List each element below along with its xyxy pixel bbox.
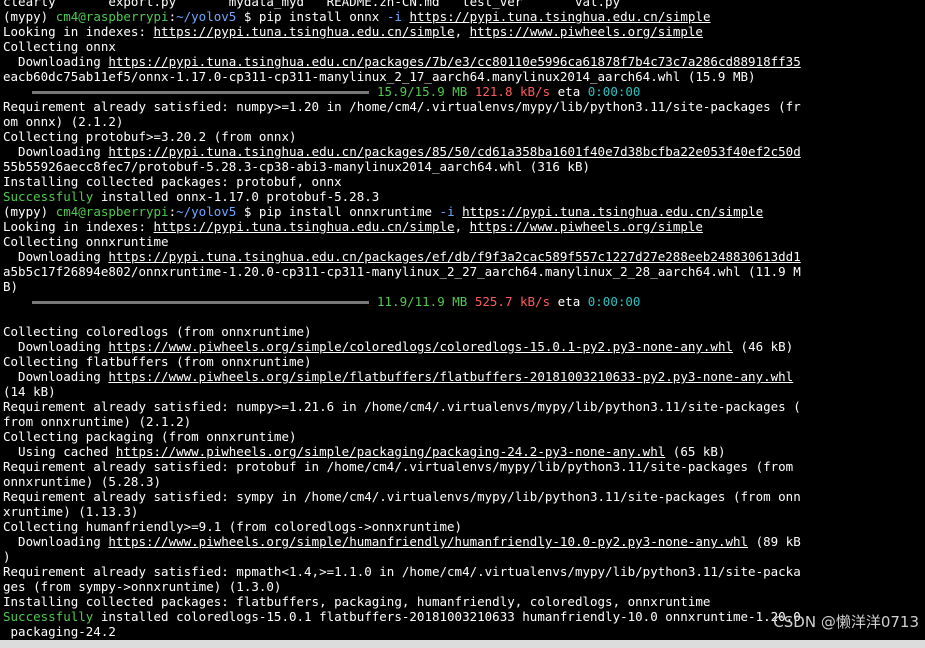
piwheels-url-link[interactable]: https://www.piwheels.org/simple [470,24,703,39]
prompt-symbol: $ [243,204,252,219]
terminal-line: Installing collected packages: flatbuffe… [3,594,711,609]
terminal-line: Collecting humanfriendly>=9.1 (from colo… [3,519,463,534]
index-url-link[interactable]: https://pypi.tuna.tsinghua.edu.cn/simple [154,24,455,39]
terminal-line: Requirement already satisfied: sympy in … [3,489,801,504]
download-line: Downloading https://www.piwheels.org/sim… [3,534,925,549]
download-line: Downloading https://pypi.tuna.tsinghua.e… [3,144,925,159]
download-label: Downloading [3,339,101,354]
package-url-link[interactable]: https://www.piwheels.org/simple/coloredl… [108,339,733,354]
terminal-line: Collecting onnx [3,39,116,54]
csdn-watermark: CSDN @懒洋洋0713 [773,613,919,631]
terminal-line: onnxruntime) (5.28.3) [3,474,162,489]
piwheels-url-link[interactable]: https://www.piwheels.org/simple [470,219,703,234]
terminal-line: Requirement already satisfied: numpy>=1.… [3,99,801,114]
download-label: Downloading [3,54,101,69]
terminal-line: Requirement already satisfied: numpy>=1.… [3,399,801,414]
prompt-symbol: $ [243,9,252,24]
prompt-path: ~/yolov5 [176,204,237,219]
package-url-link[interactable]: https://pypi.tuna.tsinghua.edu.cn/packag… [108,54,800,69]
command-text: pip install onnx [258,9,380,24]
progress-line: 11.9/11.9 MB 525.7 kB/s eta 0:00:00 [3,294,925,309]
progress-bar [32,91,369,94]
package-url-link[interactable]: https://pypi.tuna.tsinghua.edu.cn/packag… [108,144,800,159]
terminal-line-partial: clearly export.py mydata_myd README.zh-C… [3,0,621,9]
progress-size: 11.9/11.9 MB [377,294,468,309]
package-size: (46 kB) [733,339,794,354]
index-url-link[interactable]: https://pypi.tuna.tsinghua.edu.cn/simple [409,9,710,24]
terminal-line: eacb60dc75ab11ef5/onnx-1.17.0-cp311-cp31… [3,69,756,84]
eta-label: eta [557,84,581,99]
cached-line: Using cached https://www.piwheels.org/si… [3,444,925,459]
index-url-link[interactable]: https://pypi.tuna.tsinghua.edu.cn/simple [154,219,455,234]
download-label: Downloading [3,144,101,159]
progress-bar [32,301,369,304]
terminal-line: from onnxruntime) (2.1.2) [3,414,192,429]
terminal-line: B) [3,279,19,294]
package-size: (89 kB [748,534,801,549]
cached-label: Using cached [3,444,109,459]
terminal-line: a5b5c17f26894e802/onnxruntime-1.20.0-cp3… [3,264,801,279]
terminal-line: om onnx) (2.1.2) [3,114,124,129]
success-line: Successfully installed onnx-1.17.0 proto… [3,189,925,204]
package-url-link[interactable]: https://www.piwheels.org/simple/packagin… [116,444,665,459]
indexes-label: Looking in indexes: [3,24,146,39]
terminal-line: ges (from sympy->onnxruntime) (1.3.0) [3,579,282,594]
eta-value: 0:00:00 [587,294,641,309]
success-word: Successfully [3,189,94,204]
terminal-line: (14 kB) [3,384,56,399]
eta-value: 0:00:00 [587,84,641,99]
terminal-line: ) [3,549,11,564]
terminal-line: 55b55926aecc8fec7/protobuf-5.28.3-cp38-a… [3,159,590,174]
download-line: Downloading https://pypi.tuna.tsinghua.e… [3,54,925,69]
command-text: pip install onnxruntime [258,204,433,219]
terminal-line: Installing collected packages: protobuf,… [3,174,342,189]
command-flag: -i [439,204,455,219]
command-line-onnx: (mypy) cm4@raspberrypi:~/yolov5 $ pip in… [3,9,711,24]
download-line: Downloading https://www.piwheels.org/sim… [3,369,925,384]
prompt-env: (mypy) [3,204,49,219]
success-rest: installed onnx-1.17.0 protobuf-5.28.3 [93,189,380,204]
eta-label: eta [557,294,581,309]
terminal-line: Collecting onnxruntime [3,234,169,249]
package-url-link[interactable]: https://www.piwheels.org/simple/flatbuff… [108,369,793,384]
prompt-path: ~/yolov5 [176,9,237,24]
download-line: Downloading https://www.piwheels.org/sim… [3,339,925,354]
download-label: Downloading [3,534,101,549]
bottom-window-strip [0,640,925,648]
terminal-line: Collecting protobuf>=3.20.2 (from onnx) [3,129,297,144]
download-label: Downloading [3,249,101,264]
prompt-user-host: cm4@raspberrypi [55,204,169,219]
success-word: Successfully [3,609,94,624]
package-url-link[interactable]: https://pypi.tuna.tsinghua.edu.cn/packag… [108,249,800,264]
terminal-line: Requirement already satisfied: protobuf … [3,459,794,474]
indexes-line: Looking in indexes: https://pypi.tuna.ts… [3,219,703,234]
package-size: (65 kB) [665,444,726,459]
indexes-label: Looking in indexes: [3,219,146,234]
prompt-env: (mypy) [3,9,49,24]
indexes-line: Looking in indexes: https://pypi.tuna.ts… [3,24,703,39]
progress-speed: 525.7 kB/s [474,294,551,309]
progress-speed: 121.8 kB/s [474,84,551,99]
index-url-link[interactable]: https://pypi.tuna.tsinghua.edu.cn/simple [462,204,763,219]
command-flag: -i [386,9,402,24]
terminal-line: Collecting packaging (from onnxruntime) [3,429,297,444]
terminal-line: Collecting coloredlogs (from onnxruntime… [3,324,312,339]
download-label: Downloading [3,369,101,384]
prompt-user-host: cm4@raspberrypi [55,9,169,24]
progress-size: 15.9/15.9 MB [377,84,468,99]
progress-line: 15.9/15.9 MB 121.8 kB/s eta 0:00:00 [3,84,925,99]
success-rest: installed coloredlogs-15.0.1 flatbuffers… [93,609,801,624]
package-url-link[interactable]: https://www.piwheels.org/simple/humanfri… [108,534,748,549]
terminal-line: Requirement already satisfied: mpmath<1.… [3,564,801,579]
download-line: Downloading https://pypi.tuna.tsinghua.e… [3,249,925,264]
terminal-line: xruntime) (1.13.3) [3,504,139,519]
terminal-output[interactable]: clearly export.py mydata_myd README.zh-C… [0,0,925,640]
command-line-onnxruntime: (mypy) cm4@raspberrypi:~/yolov5 $ pip in… [3,204,764,219]
terminal-line: Collecting flatbuffers (from onnxruntime… [3,354,312,369]
